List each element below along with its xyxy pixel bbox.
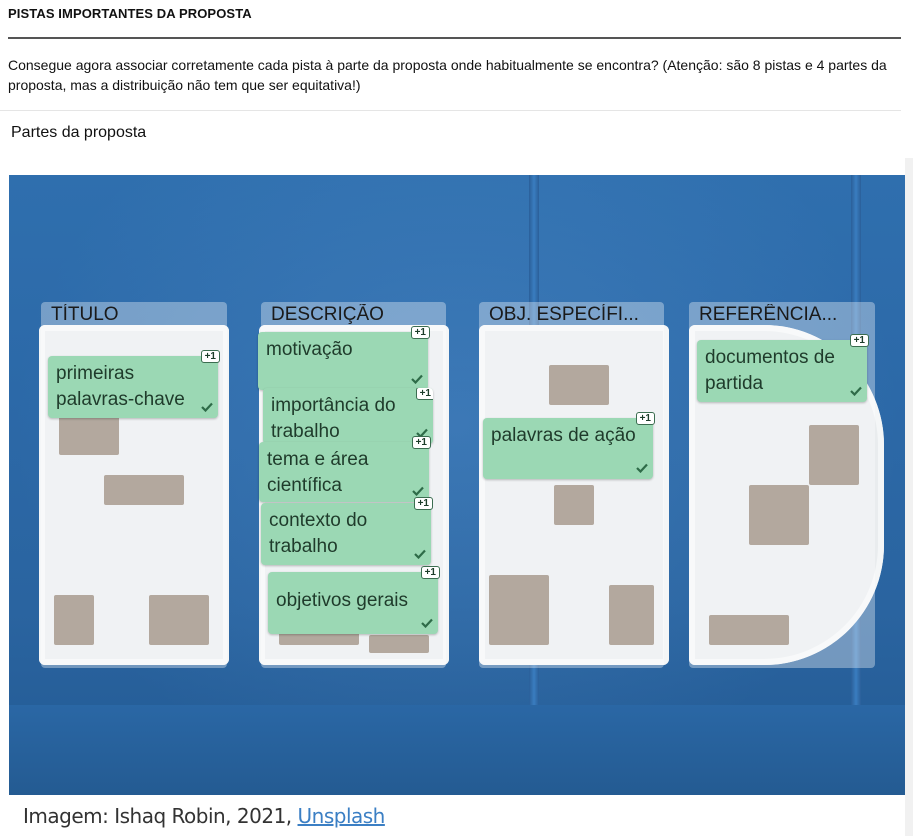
clue-card[interactable]: contexto do trabalho +1 (261, 497, 433, 565)
clue-card-label: documentos de partida (705, 347, 835, 394)
zone-label-descricao: DESCRIÇÃO (271, 304, 384, 325)
clue-card-label: tema e área científica (267, 449, 369, 496)
clue-card[interactable]: primeiras palavras-chave +1 (48, 350, 220, 418)
check-icon (421, 618, 433, 628)
image-credit: Imagem: Ishaq Robin, 2021, Unsplash (23, 804, 385, 828)
check-icon (201, 402, 213, 412)
zone-label-obj-especificos: OBJ. ESPECÍFI... (489, 304, 639, 325)
zone-label-referencias: REFERÊNCIA... (699, 304, 838, 325)
clue-card[interactable]: importância do trabalho +1 (263, 388, 433, 444)
clue-card-label: primeiras palavras-chave (56, 363, 185, 410)
check-icon (850, 386, 862, 396)
score-badge: +1 (411, 436, 431, 449)
score-badge: +1 (635, 412, 655, 425)
score-badge: +1 (200, 350, 220, 363)
score-badge: +1 (420, 566, 440, 579)
drop-zone-obj-especificos[interactable]: OBJ. ESPECÍFI... (479, 302, 664, 668)
instructions-text: Consegue agora associar corretamente cad… (8, 57, 887, 93)
check-icon (411, 374, 423, 384)
section-label: Partes da proposta (11, 124, 147, 141)
title-rule (8, 37, 901, 39)
clue-card[interactable]: tema e área científica +1 (259, 436, 431, 502)
score-badge: +1 (415, 388, 433, 400)
zone-label-titulo: TÍTULO (51, 304, 119, 325)
clue-card-label: palavras de ação (491, 425, 636, 446)
check-icon (636, 463, 648, 473)
image-credit-text: Imagem: Ishaq Robin, 2021, (23, 804, 298, 828)
score-badge: +1 (413, 497, 433, 510)
check-icon (412, 486, 424, 496)
floor (9, 705, 905, 795)
clue-card[interactable]: motivação +1 (258, 326, 430, 390)
clue-card[interactable]: objetivos gerais +1 (268, 566, 440, 634)
clue-card[interactable]: documentos de partida +1 (697, 334, 869, 402)
check-icon (414, 549, 426, 559)
unsplash-link[interactable]: Unsplash (298, 804, 386, 828)
page-title: PISTAS IMPORTANTES DA PROPOSTA (8, 6, 252, 21)
clue-card-label: contexto do trabalho (269, 510, 368, 557)
clue-card-label: objetivos gerais (276, 590, 409, 611)
clue-card-label: importância do trabalho (271, 395, 396, 442)
activity-page: PISTAS IMPORTANTES DA PROPOSTA Consegue … (0, 0, 917, 836)
clue-card[interactable]: palavras de ação +1 (483, 412, 655, 479)
clue-card-label: motivação (266, 339, 353, 360)
score-badge: +1 (410, 326, 430, 339)
scrollbar[interactable] (905, 158, 913, 836)
section-divider (0, 110, 901, 111)
score-badge: +1 (849, 334, 869, 347)
